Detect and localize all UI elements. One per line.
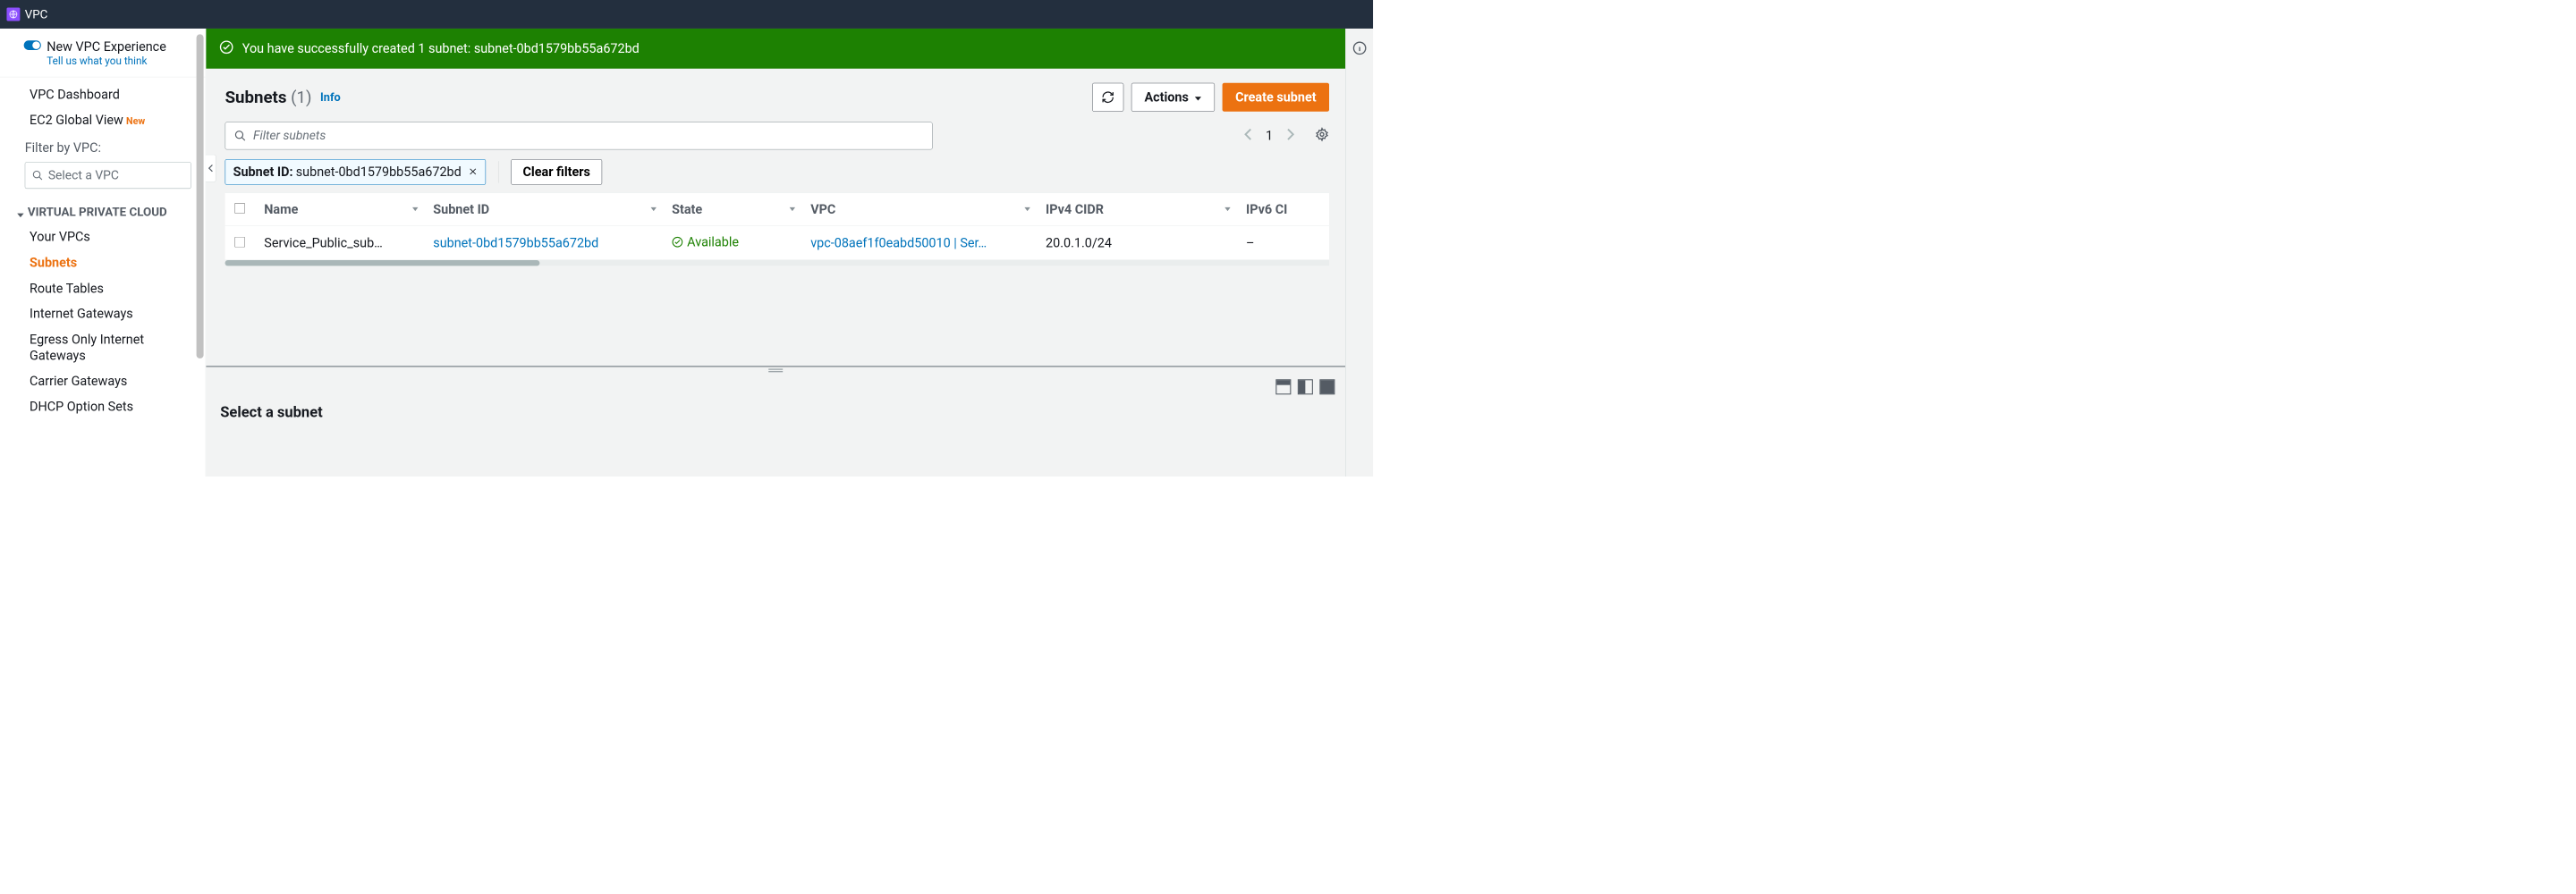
chip-value: subnet-0bd1579bb55a672bd [296, 164, 462, 180]
collapse-sidebar-button[interactable] [206, 155, 216, 182]
success-check-icon [219, 40, 233, 58]
filter-chip-subnet-id: Subnet ID: subnet-0bd1579bb55a672bd [225, 159, 486, 185]
refresh-button[interactable] [1092, 83, 1123, 112]
feedback-link[interactable]: Tell us what you think [47, 55, 166, 67]
panel-layout-full[interactable] [1319, 379, 1335, 394]
horizontal-scrollbar[interactable] [225, 260, 1329, 266]
nav-route-tables[interactable]: Route Tables [0, 275, 206, 301]
banner-text: You have successfully created 1 subnet: … [242, 41, 640, 56]
nav-dhcp-option-sets[interactable]: DHCP Option Sets [0, 394, 206, 420]
filter-by-vpc-label: Filter by VPC: [0, 133, 206, 159]
nav-internet-gateways[interactable]: Internet Gateways [0, 301, 206, 327]
chip-key: Subnet ID: [233, 164, 293, 180]
col-state[interactable]: State [662, 193, 801, 226]
nav-vpc-dashboard[interactable]: VPC Dashboard [0, 82, 206, 108]
select-all-checkbox[interactable] [234, 203, 245, 214]
caret-down-icon [17, 207, 23, 223]
search-icon [234, 130, 247, 142]
nav-egress-only-igw[interactable]: Egress Only Internet Gateways [0, 327, 206, 369]
filter-input[interactable] [253, 129, 923, 143]
table-settings-button[interactable] [1315, 127, 1329, 145]
detail-panel: Select a subnet [206, 366, 1345, 477]
gear-icon [1315, 127, 1329, 141]
search-icon [32, 170, 44, 181]
clear-filters-button[interactable]: Clear filters [511, 159, 602, 185]
row-checkbox[interactable] [234, 237, 245, 248]
panel-layout-split[interactable] [1298, 379, 1313, 394]
split-resize-handle[interactable] [206, 367, 1345, 376]
refresh-icon [1101, 90, 1114, 104]
page-next[interactable] [1284, 125, 1298, 147]
chevron-left-icon [208, 164, 213, 173]
col-subnet-id[interactable]: Subnet ID [424, 193, 663, 226]
cell-name: Service_Public_sub… [255, 225, 424, 259]
cell-vpc-link[interactable]: vpc-08aef1f0eabd50010 | Ser… [810, 235, 987, 250]
subnets-table: Name Subnet ID State VPC IPv4 CIDR IPv6 … [225, 192, 1329, 266]
right-gutter [1345, 29, 1373, 477]
panel-layout-bottom[interactable] [1275, 379, 1291, 394]
new-experience-label: New VPC Experience [47, 39, 166, 55]
actions-dropdown[interactable]: Actions [1131, 83, 1215, 112]
page-number: 1 [1266, 128, 1273, 143]
cell-ipv6: – [1236, 225, 1329, 259]
col-ipv6-cidr[interactable]: IPv6 CI [1236, 193, 1329, 226]
info-icon [1352, 41, 1367, 55]
service-title: VPC [25, 7, 48, 21]
sidebar: New VPC Experience Tell us what you thin… [0, 29, 206, 477]
nav-subnets[interactable]: Subnets [0, 250, 206, 276]
divider [498, 161, 499, 183]
col-vpc[interactable]: VPC [801, 193, 1037, 226]
detail-title: Select a subnet [206, 394, 1345, 429]
info-link[interactable]: Info [320, 90, 341, 104]
nav-ec2-global-view[interactable]: EC2 Global ViewNew [0, 108, 206, 134]
table-row[interactable]: Service_Public_sub… subnet-0bd1579bb55a6… [225, 225, 1329, 259]
create-subnet-button[interactable]: Create subnet [1223, 83, 1329, 112]
section-virtual-private-cloud[interactable]: VIRTUAL PRIVATE CLOUD [0, 198, 206, 224]
topbar: VPC [0, 0, 1373, 29]
pagination: 1 [1241, 125, 1329, 147]
chip-remove-button[interactable] [468, 164, 478, 180]
page-title: Subnets (1) [225, 88, 312, 107]
select-vpc-dropdown[interactable]: Select a VPC [25, 162, 191, 189]
main-content: You have successfully created 1 subnet: … [206, 29, 1373, 477]
filter-search[interactable] [225, 122, 933, 149]
cell-state: Available [672, 234, 739, 249]
col-ipv4-cidr[interactable]: IPv4 CIDR [1036, 193, 1236, 226]
select-vpc-placeholder: Select a VPC [48, 168, 119, 182]
nav-your-vpcs[interactable]: Your VPCs [0, 224, 206, 250]
nav-carrier-gateways[interactable]: Carrier Gateways [0, 368, 206, 394]
cell-ipv4: 20.0.1.0/24 [1036, 225, 1236, 259]
info-panel-toggle[interactable] [1352, 41, 1367, 477]
close-icon [468, 167, 478, 177]
success-banner: You have successfully created 1 subnet: … [206, 29, 1373, 69]
chevron-down-icon [1194, 89, 1202, 105]
page-prev[interactable] [1241, 125, 1255, 147]
new-experience-toggle[interactable] [24, 40, 41, 50]
vpc-service-icon [6, 8, 20, 21]
col-name[interactable]: Name [255, 193, 424, 226]
cell-subnet-id-link[interactable]: subnet-0bd1579bb55a672bd [433, 235, 598, 250]
status-ok-icon [672, 236, 683, 248]
sidebar-scrollbar[interactable] [197, 34, 204, 358]
